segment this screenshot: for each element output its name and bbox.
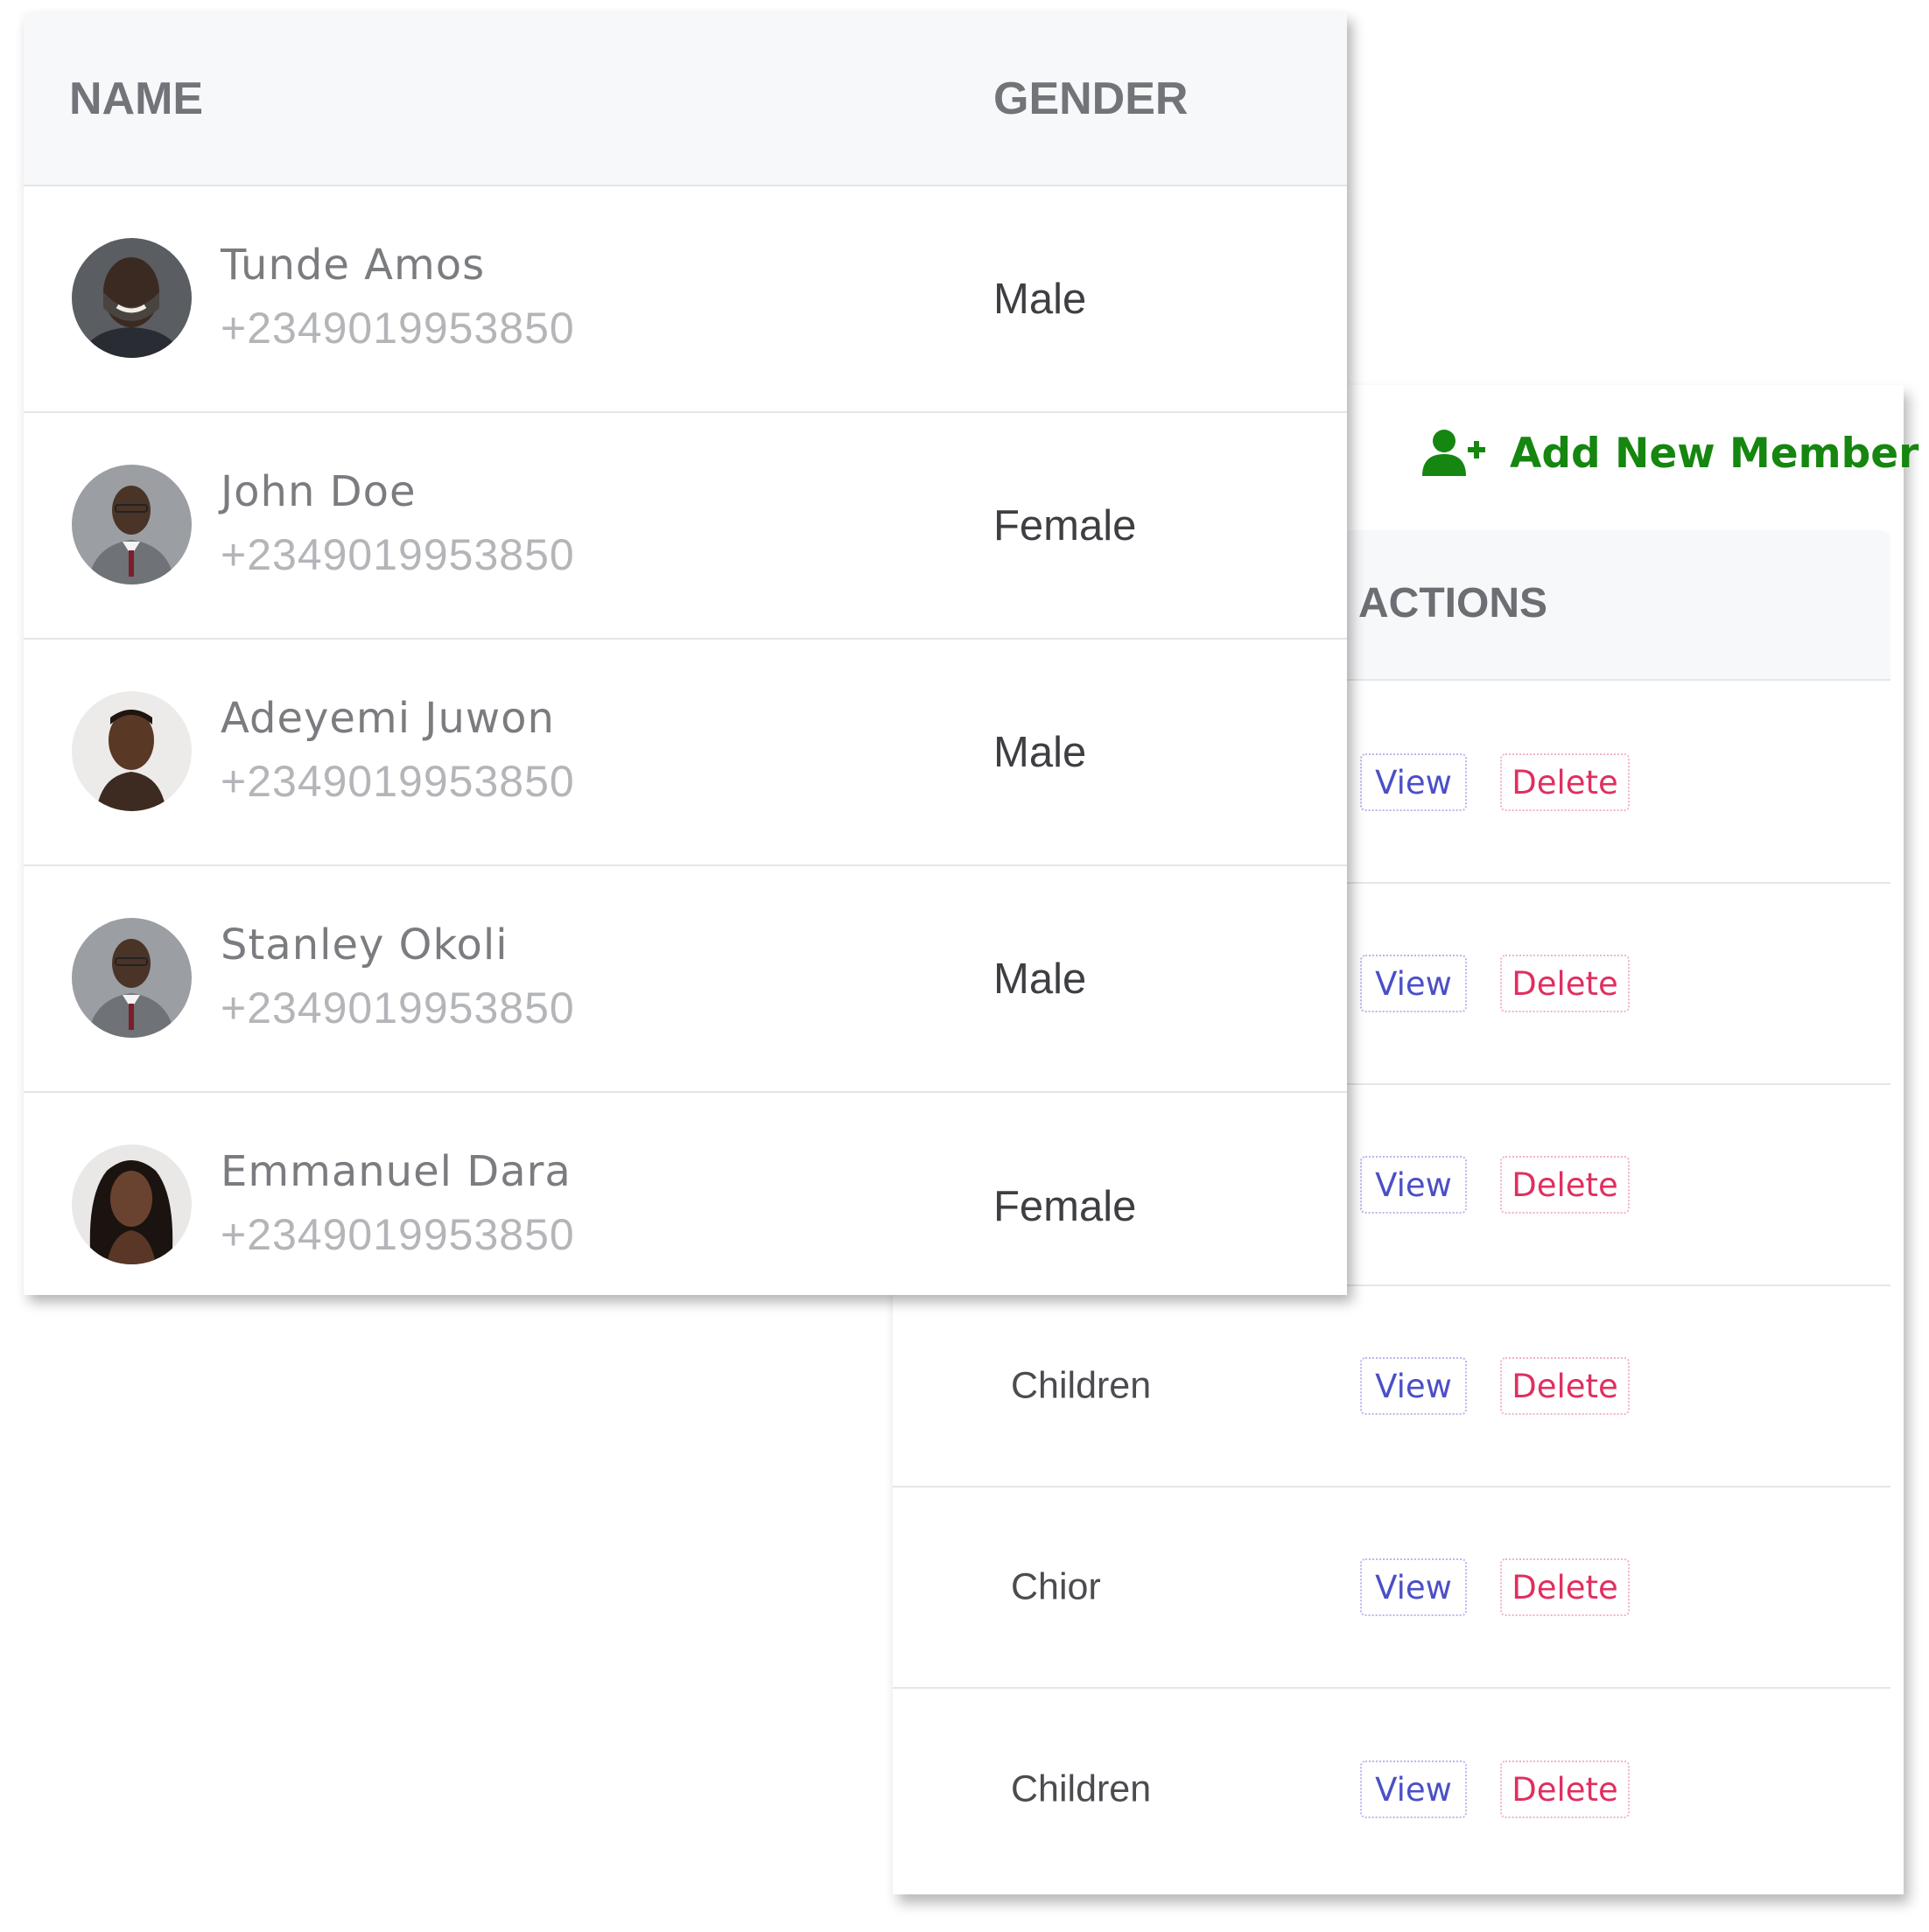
avatar xyxy=(72,1144,192,1264)
user-plus-icon xyxy=(1422,430,1485,476)
member-name: Adeyemi Juwon xyxy=(221,694,555,743)
actions-header-label: ACTIONS xyxy=(1358,580,1547,626)
table-row: Children View Delete xyxy=(893,1689,1890,1890)
member-gender: Male xyxy=(993,275,1087,323)
view-button[interactable]: View xyxy=(1360,1357,1467,1415)
delete-button[interactable]: Delete xyxy=(1500,1156,1630,1214)
delete-button[interactable]: Delete xyxy=(1500,753,1630,811)
view-button[interactable]: View xyxy=(1360,955,1467,1012)
table-row[interactable]: Adeyemi Juwon +2349019953850 Male xyxy=(24,640,1347,866)
add-new-member-label: Add New Member xyxy=(1510,429,1919,478)
member-gender: Female xyxy=(993,501,1137,550)
group-label: Chior xyxy=(1011,1565,1101,1608)
stage: Add New Member ACTIONS View Delete View … xyxy=(0,0,1929,1932)
member-name: Stanley Okoli xyxy=(221,920,509,970)
group-label: Children xyxy=(1011,1364,1152,1407)
view-button[interactable]: View xyxy=(1360,753,1467,811)
view-button[interactable]: View xyxy=(1360,1558,1467,1616)
column-header-name: NAME xyxy=(69,74,204,124)
delete-button[interactable]: Delete xyxy=(1500,955,1630,1012)
column-header-gender: GENDER xyxy=(993,74,1189,124)
delete-button[interactable]: Delete xyxy=(1500,1357,1630,1415)
members-card: NAME GENDER Tunde Amos +2349019953850 Ma… xyxy=(24,13,1347,1295)
view-button[interactable]: View xyxy=(1360,1156,1467,1214)
member-name: Emmanuel Dara xyxy=(221,1147,572,1196)
table-row: Chior View Delete xyxy=(893,1488,1890,1689)
table-row[interactable]: John Doe +2349019953850 Female xyxy=(24,413,1347,640)
avatar xyxy=(72,465,192,584)
add-new-member-button[interactable]: Add New Member xyxy=(1422,429,1918,478)
member-phone: +2349019953850 xyxy=(221,984,575,1032)
avatar xyxy=(72,238,192,358)
table-row[interactable]: Tunde Amos +2349019953850 Male xyxy=(24,186,1347,413)
member-phone: +2349019953850 xyxy=(221,304,575,353)
group-label: Children xyxy=(1011,1768,1152,1810)
member-phone: +2349019953850 xyxy=(221,530,575,579)
delete-button[interactable]: Delete xyxy=(1500,1558,1630,1616)
member-gender: Male xyxy=(993,955,1087,1003)
actions-header: ACTIONS xyxy=(1287,530,1890,681)
member-phone: +2349019953850 xyxy=(221,1210,575,1259)
member-gender: Female xyxy=(993,1182,1137,1230)
member-name: John Doe xyxy=(221,467,417,516)
member-phone: +2349019953850 xyxy=(221,757,575,806)
delete-button[interactable]: Delete xyxy=(1500,1760,1630,1818)
table-row[interactable]: Stanley Okoli +2349019953850 Male xyxy=(24,866,1347,1093)
member-gender: Male xyxy=(993,728,1087,776)
avatar xyxy=(72,918,192,1038)
table-row[interactable]: Emmanuel Dara +2349019953850 Female xyxy=(24,1093,1347,1295)
member-name: Tunde Amos xyxy=(221,241,486,290)
view-button[interactable]: View xyxy=(1360,1760,1467,1818)
avatar xyxy=(72,691,192,811)
table-row: Children View Delete xyxy=(893,1286,1890,1488)
members-table-header: NAME GENDER xyxy=(24,13,1347,186)
